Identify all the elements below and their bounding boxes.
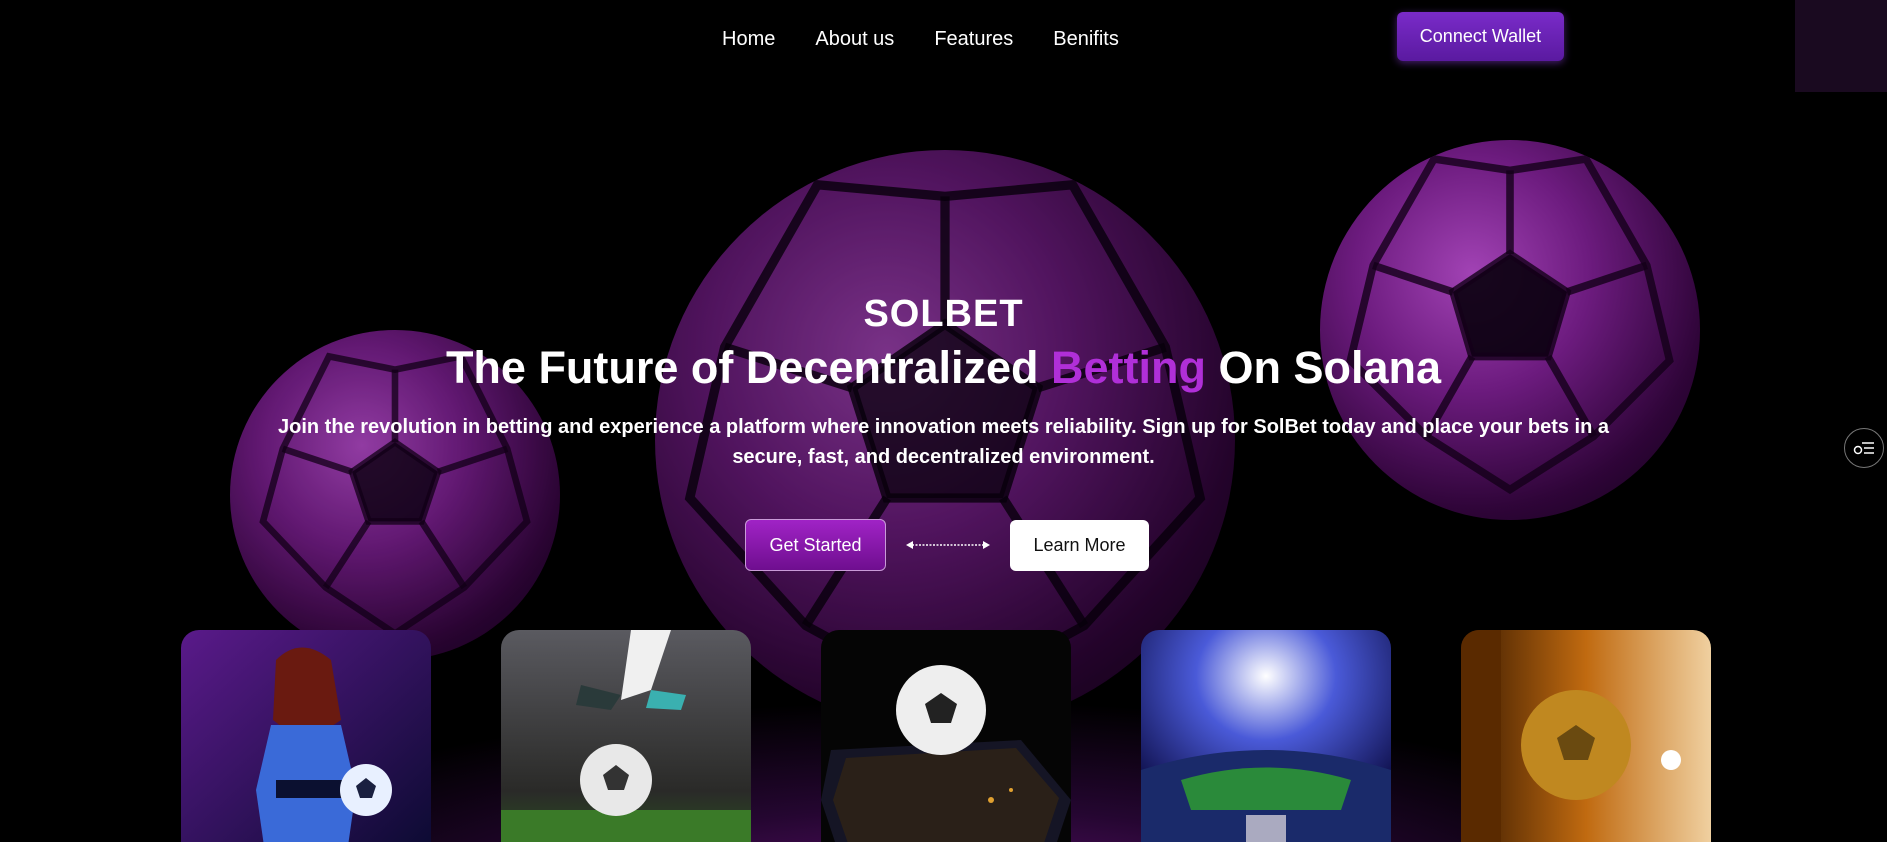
connect-wallet-button[interactable]: Connect Wallet: [1397, 12, 1564, 61]
ball-on-phone-image: [821, 630, 1071, 842]
brand-title: SOLBET: [863, 293, 1024, 335]
hero-section: SOLBET The Future of Decentralized Betti…: [0, 292, 1887, 472]
stadium-image: [1141, 630, 1391, 842]
card-kicking-ball[interactable]: [501, 630, 751, 842]
player-with-ball-image: [181, 630, 431, 842]
hero-description: Join the revolution in betting and exper…: [278, 416, 1609, 468]
settings-sliders-icon[interactable]: [1844, 428, 1884, 468]
cta-row: Get Started Learn More: [745, 519, 1149, 571]
kicking-ball-image: [501, 630, 751, 842]
nav-link-home[interactable]: Home: [722, 28, 775, 51]
nav-link-features[interactable]: Features: [934, 28, 1013, 51]
golden-ball-image: [1461, 630, 1711, 842]
headline-start: The Future of Decentralized: [445, 342, 1052, 393]
landing-page: Home About us Features Benifits Connect …: [0, 0, 1887, 842]
hero-headline: The Future of Decentralized Betting On S…: [0, 340, 1887, 396]
headline-accent: Betting: [1051, 342, 1207, 393]
card-golden-ball[interactable]: [1461, 630, 1711, 842]
card-player-with-ball[interactable]: [181, 630, 431, 842]
get-started-button[interactable]: Get Started: [745, 519, 886, 571]
nav-link-benefits[interactable]: Benifits: [1053, 28, 1119, 51]
nav-link-about-us[interactable]: About us: [815, 28, 894, 51]
double-arrow-icon: [906, 539, 990, 551]
card-ball-on-phone[interactable]: [821, 630, 1071, 842]
feature-cards: [181, 630, 1711, 842]
headline-end: On Solana: [1206, 342, 1442, 393]
learn-more-button[interactable]: Learn More: [1010, 519, 1149, 571]
corner-panel: [1795, 0, 1887, 92]
main-nav: Home About us Features Benifits: [722, 28, 1119, 51]
card-stadium[interactable]: [1141, 630, 1391, 842]
